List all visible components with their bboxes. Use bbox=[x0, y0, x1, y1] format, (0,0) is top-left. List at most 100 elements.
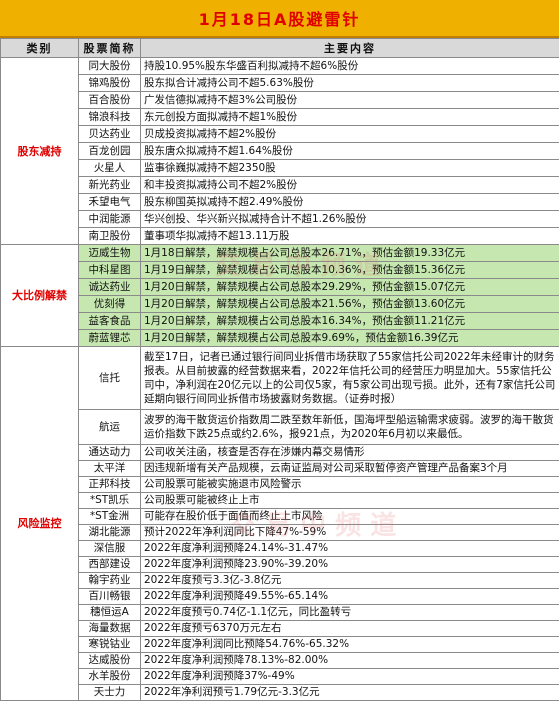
header-stock: 股票简称 bbox=[79, 39, 141, 58]
content-text: 1月18日解禁，解禁规模占公司总股本26.71%，预估金额19.33亿元 bbox=[141, 245, 559, 262]
content-text: 公司股票可能被终止上市 bbox=[141, 493, 559, 509]
content-text: 东元创投方面拟减持不超1%股份 bbox=[141, 109, 559, 126]
stock-name: 湖北能源 bbox=[79, 525, 141, 541]
stock-name: 深信服 bbox=[79, 541, 141, 557]
content-text: 2022年度预亏3.3亿-3.8亿元 bbox=[141, 573, 559, 589]
stock-name: 优刻得 bbox=[79, 296, 141, 313]
table-row: 大比例解禁迈威生物1月18日解禁，解禁规模占公司总股本26.71%，预估金额19… bbox=[1, 245, 559, 262]
category-label: 股东减持 bbox=[1, 58, 79, 245]
content-text: 可能存在股价低于面值而终止上市风险 bbox=[141, 509, 559, 525]
content-text: 和丰投资拟减持公司不超2%股份 bbox=[141, 177, 559, 194]
content-text: 2022年度净利润预降78.13%-82.00% bbox=[141, 653, 559, 669]
table-row: 新光药业和丰投资拟减持公司不超2%股份 bbox=[1, 177, 559, 194]
table-row: *ST金洲可能存在股价低于面值而终止上市风险 bbox=[1, 509, 559, 525]
content-text: 1月20日解禁，解禁规模占公司总股本16.34%，预估金额11.21亿元 bbox=[141, 313, 559, 330]
risk-table: 类别 股票简称 主要内容 股东减持同大股份持股10.95%股东华盛百利拟减持不超… bbox=[0, 38, 559, 701]
table-row: 优刻得1月20日解禁，解禁规模占公司总股本21.56%，预估金额13.60亿元 bbox=[1, 296, 559, 313]
content-text: 1月20日解禁，解禁规模占公司总股本21.56%，预估金额13.60亿元 bbox=[141, 296, 559, 313]
stock-name: 贝达药业 bbox=[79, 126, 141, 143]
stock-name: 天士力 bbox=[79, 685, 141, 701]
table-row: 穗恒运A2022年度预亏0.74亿-1.1亿元，同比盈转亏 bbox=[1, 605, 559, 621]
stock-name: 航运 bbox=[79, 410, 141, 445]
content-text: 1月19日解禁，解禁规模占公司总股本10.36%，预估金额15.36亿元 bbox=[141, 262, 559, 279]
content-text: 2022年度净利润同比预降54.76%-65.32% bbox=[141, 637, 559, 653]
content-text: 波罗的海干散货运价指数周二跌至数年新低，国海坪型船运输需求疲弱。波罗的海干散货运… bbox=[141, 410, 559, 445]
table-row: 诚达药业1月20日解禁，解禁规模占公司总股本29.29%，预估金额15.07亿元 bbox=[1, 279, 559, 296]
table-row: *ST凯乐公司股票可能被终止上市 bbox=[1, 493, 559, 509]
table-row: 湖北能源预计2022年净利润同比下降47%-59% bbox=[1, 525, 559, 541]
stock-name: 信托 bbox=[79, 347, 141, 410]
stock-name: 达威股份 bbox=[79, 653, 141, 669]
content-text: 2022年度净利润预降24.14%-31.47% bbox=[141, 541, 559, 557]
page: 1月18日A股避雷针 类别 股票简称 主要内容 股东减持同大股份持股10.95%… bbox=[0, 0, 559, 671]
table-row: 股东减持同大股份持股10.95%股东华盛百利拟减持不超6%股份 bbox=[1, 58, 559, 75]
table-row: 航运波罗的海干散货运价指数周二跌至数年新低，国海坪型船运输需求疲弱。波罗的海干散… bbox=[1, 410, 559, 445]
content-text: 广发信德拟减持不超3%公司股份 bbox=[141, 92, 559, 109]
stock-name: 正邦科技 bbox=[79, 477, 141, 493]
stock-name: 太平洋 bbox=[79, 461, 141, 477]
content-text: 董事项华拟减持不超13.11万股 bbox=[141, 228, 559, 245]
stock-name: 中润能源 bbox=[79, 211, 141, 228]
stock-name: *ST凯乐 bbox=[79, 493, 141, 509]
table-row: 西部建设2022年度净利润预降23.90%-39.20% bbox=[1, 557, 559, 573]
stock-name: 蔚蓝锂芯 bbox=[79, 330, 141, 347]
table-row: 风险监控信托截至17日，记者已通过银行间同业拆借市场获取了55家信托公司2022… bbox=[1, 347, 559, 410]
table-row: 益客食品1月20日解禁，解禁规模占公司总股本16.34%，预估金额11.21亿元 bbox=[1, 313, 559, 330]
stock-name: 寒锐钴业 bbox=[79, 637, 141, 653]
stock-name: 同大股份 bbox=[79, 58, 141, 75]
content-text: 2022年度预亏6370万元左右 bbox=[141, 621, 559, 637]
header-category: 类别 bbox=[1, 39, 79, 58]
stock-name: 禾望电气 bbox=[79, 194, 141, 211]
table-row: 百川畅银2022年度净利润预降49.55%-65.14% bbox=[1, 589, 559, 605]
stock-name: 新光药业 bbox=[79, 177, 141, 194]
table-row: 正邦科技公司股票可能被实施退市风险警示 bbox=[1, 477, 559, 493]
table-body: 股东减持同大股份持股10.95%股东华盛百利拟减持不超6%股份锦鸡股份股东拟合计… bbox=[1, 58, 559, 701]
stock-name: 火星人 bbox=[79, 160, 141, 177]
category-label: 风险监控 bbox=[1, 347, 79, 701]
table-row: 禾望电气股东柳国英拟减持不超2.49%股份 bbox=[1, 194, 559, 211]
stock-name: 诚达药业 bbox=[79, 279, 141, 296]
content-text: 公司收关注函，核查是否存在涉嫌内幕交易情形 bbox=[141, 445, 559, 461]
table-row: 寒锐钴业2022年度净利润同比预降54.76%-65.32% bbox=[1, 637, 559, 653]
stock-name: 穗恒运A bbox=[79, 605, 141, 621]
stock-name: 中科星图 bbox=[79, 262, 141, 279]
header-content: 主要内容 bbox=[141, 39, 559, 58]
stock-name: 通达动力 bbox=[79, 445, 141, 461]
stock-name: 海量数据 bbox=[79, 621, 141, 637]
table-row: 百合股份广发信德拟减持不超3%公司股份 bbox=[1, 92, 559, 109]
content-text: 预计2022年净利润同比下降47%-59% bbox=[141, 525, 559, 541]
stock-name: 西部建设 bbox=[79, 557, 141, 573]
content-text: 公司股票可能被实施退市风险警示 bbox=[141, 477, 559, 493]
content-text: 华兴创投、华兴新兴拟减持合计不超1.26%股份 bbox=[141, 211, 559, 228]
table-row: 锦鸡股份股东拟合计减持公司不超5.63%股份 bbox=[1, 75, 559, 92]
stock-name: *ST金洲 bbox=[79, 509, 141, 525]
content-text: 1月20日解禁，解禁规模占公司总股本29.29%，预估金额15.07亿元 bbox=[141, 279, 559, 296]
table-row: 海量数据2022年度预亏6370万元左右 bbox=[1, 621, 559, 637]
stock-name: 百川畅银 bbox=[79, 589, 141, 605]
category-label: 大比例解禁 bbox=[1, 245, 79, 347]
content-text: 监事徐巍拟减持不超2350股 bbox=[141, 160, 559, 177]
content-text: 股东拟合计减持公司不超5.63%股份 bbox=[141, 75, 559, 92]
stock-name: 翰宇药业 bbox=[79, 573, 141, 589]
content-text: 股东柳国英拟减持不超2.49%股份 bbox=[141, 194, 559, 211]
table-row: 中润能源华兴创投、华兴新兴拟减持合计不超1.26%股份 bbox=[1, 211, 559, 228]
content-text: 因违规新增有关产品规模，云南证监局对公司采取暂停资产管理产品备案3个月 bbox=[141, 461, 559, 477]
content-text: 股东唐众拟减持不超1.64%股份 bbox=[141, 143, 559, 160]
table-row: 蔚蓝锂芯1月20日解禁，解禁规模占公司总股本9.69%，预估金额16.39亿元 bbox=[1, 330, 559, 347]
table-row: 深信服2022年度净利润预降24.14%-31.47% bbox=[1, 541, 559, 557]
stock-name: 锦鸡股份 bbox=[79, 75, 141, 92]
stock-name: 百合股份 bbox=[79, 92, 141, 109]
content-text: 2022年度净利润预降23.90%-39.20% bbox=[141, 557, 559, 573]
stock-name: 迈威生物 bbox=[79, 245, 141, 262]
table-row: 翰宇药业2022年度预亏3.3亿-3.8亿元 bbox=[1, 573, 559, 589]
table-row: 天士力2022年净利润预亏1.79亿元-3.3亿元 bbox=[1, 685, 559, 701]
table-row: 百龙创园股东唐众拟减持不超1.64%股份 bbox=[1, 143, 559, 160]
table-row: 太平洋因违规新增有关产品规模，云南证监局对公司采取暂停资产管理产品备案3个月 bbox=[1, 461, 559, 477]
stock-name: 百龙创园 bbox=[79, 143, 141, 160]
content-text: 2022年净利润预亏1.79亿元-3.3亿元 bbox=[141, 685, 559, 701]
table-row: 锦浪科技东元创投方面拟减持不超1%股份 bbox=[1, 109, 559, 126]
page-title: 1月18日A股避雷针 bbox=[0, 0, 559, 38]
table-row: 通达动力公司收关注函，核查是否存在涉嫌内幕交易情形 bbox=[1, 445, 559, 461]
content-text: 截至17日，记者已通过银行间同业拆借市场获取了55家信托公司2022年未经审计的… bbox=[141, 347, 559, 410]
content-text: 持股10.95%股东华盛百利拟减持不超6%股份 bbox=[141, 58, 559, 75]
